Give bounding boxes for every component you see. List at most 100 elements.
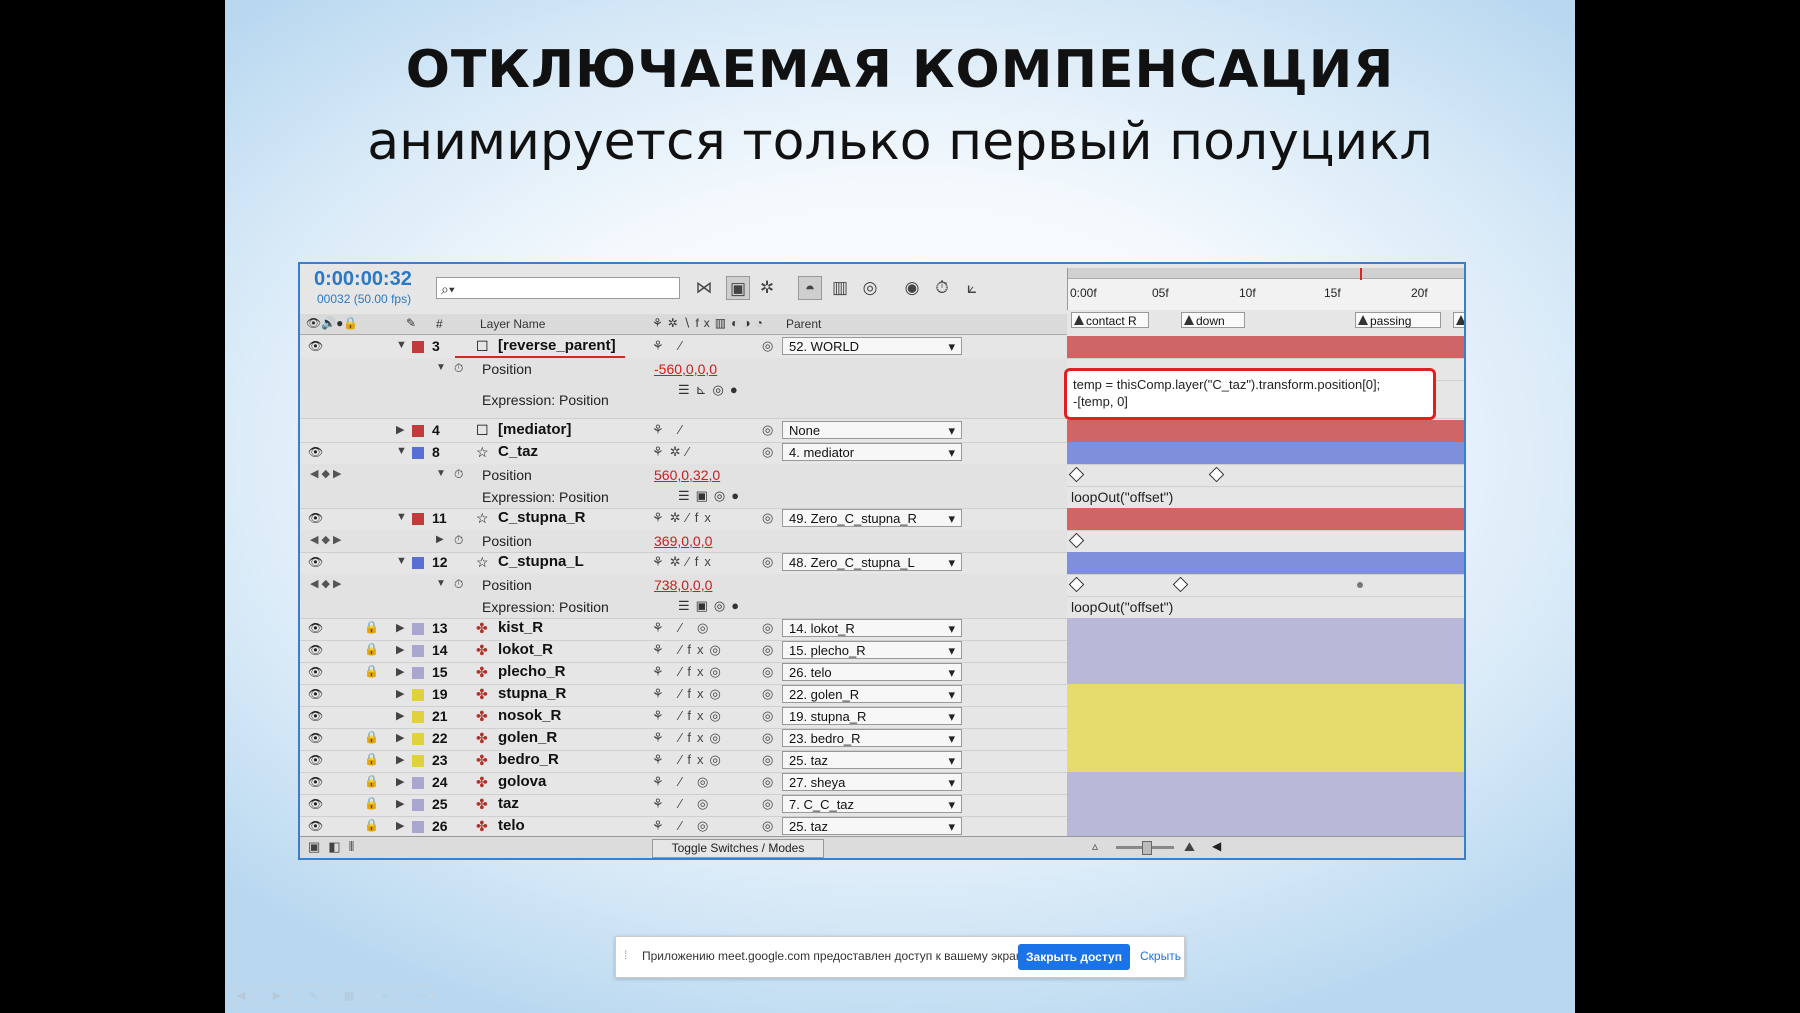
keyframe[interactable]: [1068, 532, 1085, 549]
layer-name[interactable]: C_stupna_R: [498, 509, 586, 526]
zoom-slider-knob[interactable]: [1142, 841, 1152, 855]
keyframe-navigator[interactable]: ◀ ◆ ▶: [310, 577, 342, 590]
prev-slide-icon[interactable]: ◀: [229, 984, 253, 1008]
expression-row[interactable]: Expression: Position ☰▣◎●: [300, 486, 1067, 509]
layer-name[interactable]: golova: [498, 773, 546, 790]
lock-icon[interactable]: 🔒: [364, 620, 379, 634]
twirl-down-icon[interactable]: ▼: [436, 468, 446, 479]
parent-dropdown[interactable]: 7. C_C_taz: [782, 795, 962, 814]
twirl-right-icon[interactable]: ▶: [396, 819, 404, 832]
lock-icon[interactable]: 🔒: [364, 752, 379, 766]
eye-icon[interactable]: 👁: [308, 775, 323, 789]
layer-row[interactable]: 👁 🔒 ▶ 13 ✤ kist_R ⚘ ∕ ◎ ◎ 14. lokot_R: [300, 618, 1067, 641]
layer-row[interactable]: 👁 ▼ 12 ☆ C_stupna_L ⚘✲∕fx ◎ 48. Zero_C_s…: [300, 552, 1067, 575]
twirl-right-icon[interactable]: ▶: [396, 709, 404, 722]
zoom-out-icon[interactable]: ▵: [1092, 839, 1098, 853]
expression-row[interactable]: Expression: Position ☰⊾◎●: [300, 380, 1067, 419]
layer-switches[interactable]: ⚘ ∕ ◎: [652, 774, 714, 790]
twirl-down-icon[interactable]: ▼: [396, 339, 407, 351]
layer-row[interactable]: 👁 🔒 ▶ 23 ✤ bedro_R ⚘ ∕fx◎ ◎ 25. taz: [300, 750, 1067, 773]
eye-icon[interactable]: 👁: [308, 665, 323, 679]
layer-row[interactable]: 👁 🔒 ▶ 15 ✤ plecho_R ⚘ ∕fx◎ ◎ 26. telo: [300, 662, 1067, 685]
hide-shy-layers-icon[interactable]: ✲: [755, 276, 779, 300]
lock-icon[interactable]: 🔒: [364, 774, 379, 788]
keyframe-navigator[interactable]: ◀ ◆ ▶: [310, 533, 342, 546]
motion-blur-icon[interactable]: ▥: [828, 276, 852, 300]
twirl-right-icon[interactable]: ▶: [436, 534, 444, 545]
work-area-bar[interactable]: [1068, 268, 1464, 279]
pick-whip-icon[interactable]: ◎: [762, 620, 773, 636]
property-row[interactable]: ◀ ◆ ▶ ▼ ⏱ Position 560,0,32,0: [300, 464, 1067, 487]
zoom-in-icon[interactable]: ⛰: [1184, 839, 1195, 855]
label-color[interactable]: [412, 821, 424, 833]
parent-dropdown[interactable]: 19. stupna_R: [782, 707, 962, 726]
expression-controls[interactable]: ☰▣◎●: [678, 598, 745, 614]
lock-icon[interactable]: 🔒: [364, 796, 379, 810]
label-color[interactable]: [412, 645, 424, 657]
layer-switches[interactable]: ⚘ ∕fx◎: [652, 708, 727, 724]
switches-icons[interactable]: ⚘✲∖fx▥◐◑◔: [652, 316, 768, 330]
label-color[interactable]: [412, 623, 424, 635]
layer-switches[interactable]: ⚘ ∕fx◎: [652, 730, 727, 746]
twirl-right-icon[interactable]: ▶: [396, 775, 404, 788]
layer-bar[interactable]: [1067, 552, 1464, 575]
layer-name[interactable]: lokot_R: [498, 641, 553, 658]
label-color[interactable]: [412, 711, 424, 723]
num-column[interactable]: #: [436, 317, 443, 331]
layer-bar[interactable]: [1067, 336, 1464, 359]
twirl-right-icon[interactable]: ▶: [396, 621, 404, 634]
layer-bar[interactable]: [1067, 618, 1464, 641]
parent-dropdown[interactable]: 14. lokot_R: [782, 619, 962, 638]
label-color[interactable]: [412, 755, 424, 767]
property-value[interactable]: 560,0,32,0: [654, 467, 720, 483]
pick-whip-icon[interactable]: ◎: [762, 774, 773, 790]
label-color[interactable]: [412, 733, 424, 745]
expression-controls[interactable]: ☰▣◎●: [678, 488, 745, 504]
layer-name[interactable]: [mediator]: [498, 421, 571, 438]
eye-icon[interactable]: 👁: [308, 753, 323, 767]
parent-dropdown[interactable]: 25. taz: [782, 751, 962, 770]
brainstorm-icon[interactable]: ◎: [858, 276, 882, 300]
eye-icon[interactable]: 👁: [308, 687, 323, 701]
pick-whip-icon[interactable]: ◎: [762, 818, 773, 834]
layer-switches[interactable]: ⚘✲∕fx: [652, 510, 717, 526]
property-value[interactable]: -560,0,0,0: [654, 361, 717, 377]
scroll-left-icon[interactable]: ◀: [1212, 839, 1221, 853]
keyframe[interactable]: [1068, 466, 1085, 483]
toggle-switches-modes-button[interactable]: Toggle Switches / Modes: [652, 839, 824, 858]
marker-down[interactable]: down: [1181, 312, 1245, 328]
lock-icon[interactable]: 🔒: [364, 664, 379, 678]
parent-dropdown[interactable]: 26. telo: [782, 663, 962, 682]
label-color[interactable]: [412, 799, 424, 811]
twirl-down-icon[interactable]: ▼: [436, 578, 446, 589]
marker-up[interactable]: up: [1453, 312, 1464, 328]
twirl-right-icon[interactable]: ▶: [396, 731, 404, 744]
layer-name[interactable]: kist_R: [498, 619, 543, 636]
layer-name[interactable]: taz: [498, 795, 519, 812]
layer-bar[interactable]: [1067, 508, 1464, 531]
marker-contact-r[interactable]: contact R: [1071, 312, 1149, 328]
auto-keyframe-icon[interactable]: ◉: [900, 276, 924, 300]
layer-switches[interactable]: ⚘ ∕ ◎: [652, 620, 714, 636]
property-row[interactable]: ▼ ⏱ Position -560,0,0,0: [300, 358, 1067, 381]
eye-icon[interactable]: 👁: [308, 709, 323, 723]
search-input[interactable]: ⌕▾: [436, 277, 680, 299]
twirl-right-icon[interactable]: ▶: [396, 753, 404, 766]
property-value[interactable]: 738,0,0,0: [654, 577, 712, 593]
pick-whip-icon[interactable]: ◎: [762, 708, 773, 724]
pick-whip-icon[interactable]: ◎: [762, 730, 773, 746]
layer-switches[interactable]: ⚘ ∕: [652, 422, 687, 438]
expression-code-box[interactable]: temp = thisComp.layer("C_taz").transform…: [1064, 368, 1436, 420]
av-features-icons[interactable]: 👁🔊●🔒: [306, 316, 358, 330]
label-color[interactable]: [412, 689, 424, 701]
layer-switches[interactable]: ⚘✲∕: [652, 444, 695, 460]
hide-button[interactable]: Скрыть: [1140, 949, 1181, 963]
layer-row[interactable]: 👁 ▶ 19 ✤ stupna_R ⚘ ∕fx◎ ◎ 22. golen_R: [300, 684, 1067, 707]
parent-dropdown[interactable]: 23. bedro_R: [782, 729, 962, 748]
pick-whip-icon[interactable]: ◎: [762, 752, 773, 768]
label-color[interactable]: [412, 447, 424, 459]
layer-bar[interactable]: [1067, 772, 1464, 795]
layer-switches[interactable]: ⚘ ∕ ◎: [652, 796, 714, 812]
label-color[interactable]: [412, 557, 424, 569]
next-slide-icon[interactable]: ▶: [265, 984, 289, 1008]
